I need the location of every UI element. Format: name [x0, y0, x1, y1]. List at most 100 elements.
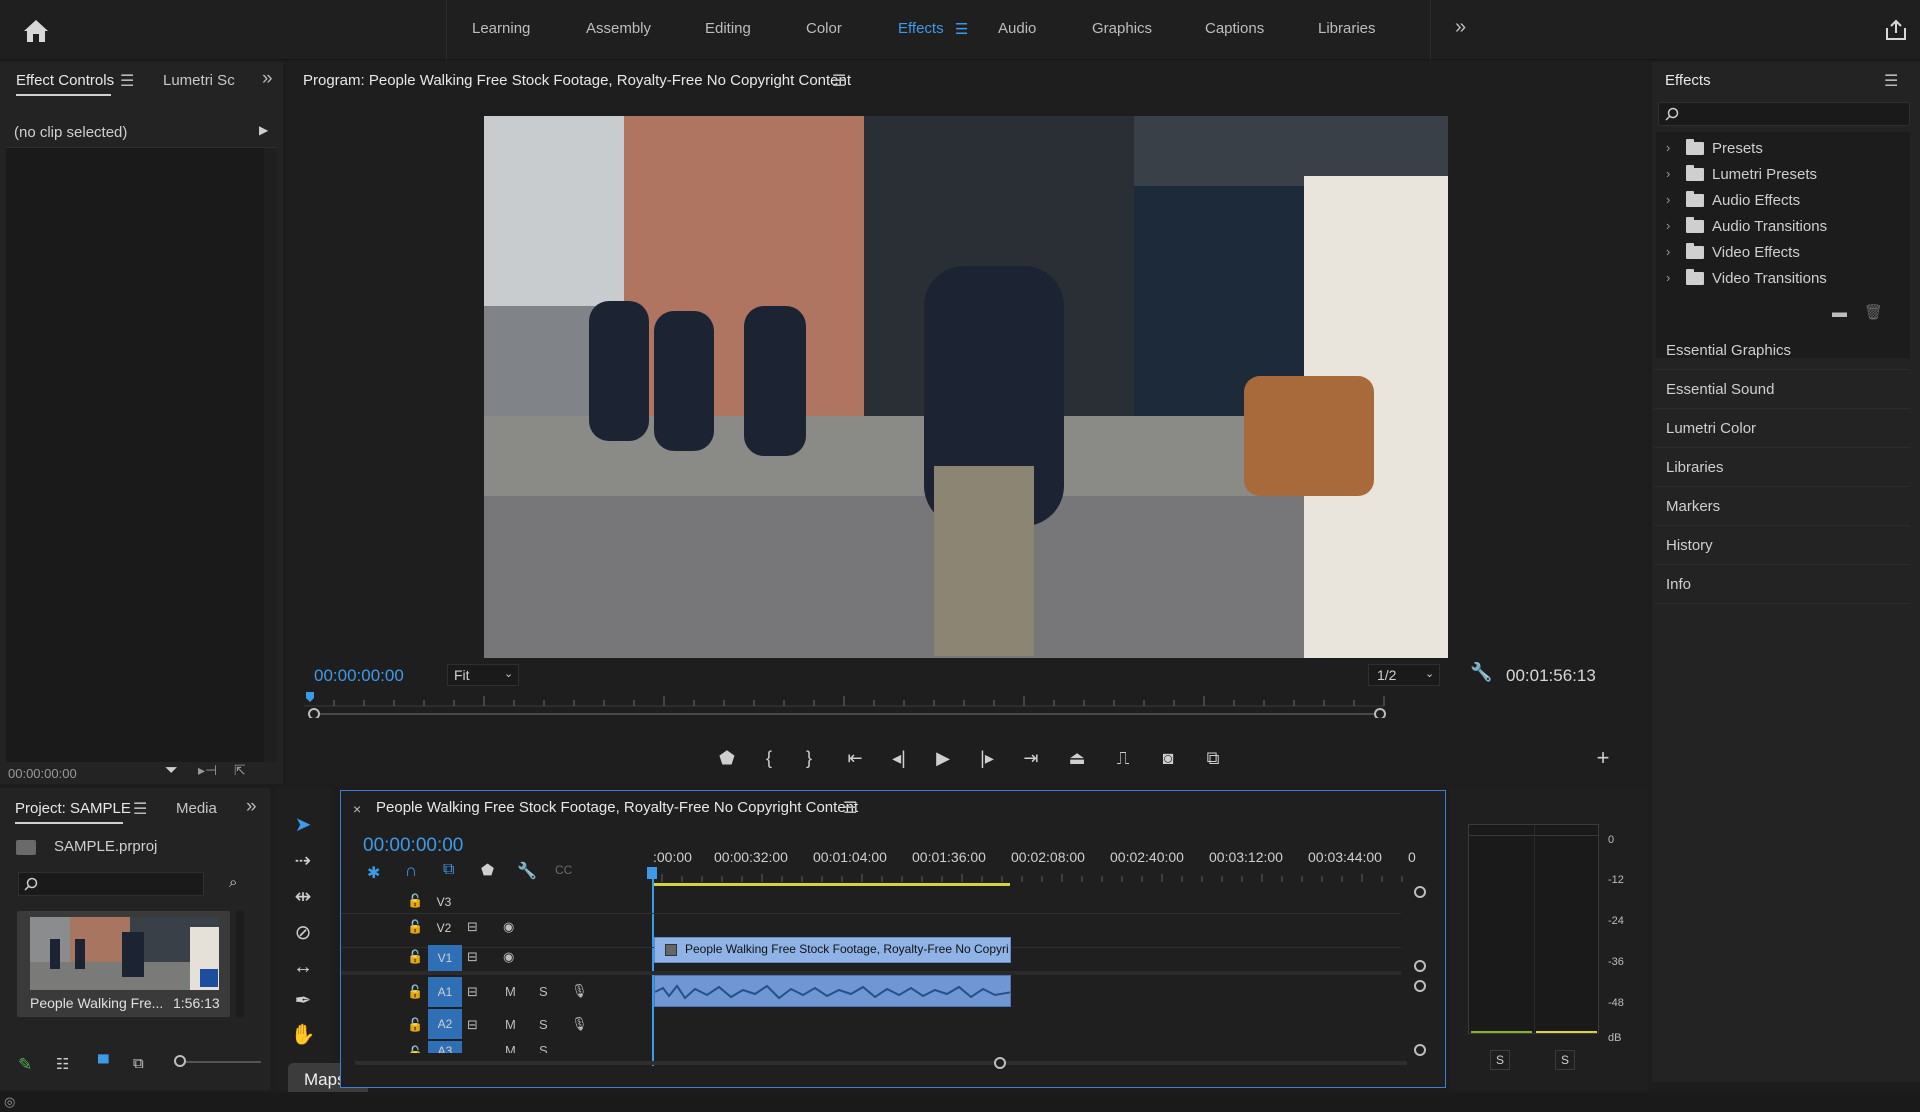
tab-audio[interactable]: Audio [998, 20, 1036, 37]
go-to-in-icon[interactable]: ⇤ [842, 745, 868, 771]
track-select-tool-icon[interactable]: ⇢ [288, 846, 318, 876]
mute-button[interactable]: M [505, 1017, 516, 1032]
panel-lumetri-color[interactable]: Lumetri Color [1654, 410, 1910, 448]
track-v2[interactable]: V2 [429, 921, 459, 935]
icon-view-icon[interactable]: ▀ [98, 1055, 109, 1072]
lock-icon[interactable]: 🔓 [407, 949, 423, 965]
project-search-input[interactable] [18, 872, 204, 896]
panel-history[interactable]: History [1654, 527, 1910, 565]
pencil-icon[interactable]: ✎ [18, 1055, 32, 1075]
playhead-handle[interactable] [647, 867, 657, 879]
track-v1[interactable]: V1 [428, 945, 462, 971]
mute-button[interactable]: M [505, 984, 516, 999]
pen-tool-icon[interactable]: ✒ [288, 986, 318, 1016]
eye-icon[interactable]: ◉ [503, 919, 514, 935]
step-forward-icon[interactable]: |▸ [974, 745, 1000, 771]
step-back-icon[interactable]: ◂| [886, 745, 912, 771]
add-marker-icon[interactable]: ⬟ [714, 745, 740, 771]
share-icon[interactable] [1884, 18, 1908, 42]
zoom-slider-handle[interactable] [174, 1055, 186, 1067]
sync-lock-icon[interactable]: ⊟ [467, 1017, 478, 1033]
track-a1[interactable]: A1 [428, 977, 462, 1007]
camera-icon[interactable]: ◙ [1155, 745, 1181, 771]
time-ruler[interactable] [304, 690, 1626, 720]
find-icon[interactable]: ⌕ [229, 874, 237, 891]
lock-icon[interactable]: 🔓 [407, 1045, 423, 1053]
sync-status-icon[interactable]: ◎ [4, 1094, 15, 1110]
add-button-icon[interactable]: + [1590, 745, 1616, 771]
track-a2[interactable]: A2 [428, 1009, 462, 1039]
fx-audio-transitions[interactable]: › Audio Transitions [1656, 214, 1900, 240]
export-frame-icon[interactable]: ⇱ [234, 762, 246, 779]
play-icon[interactable]: ▶ [930, 745, 956, 771]
panel-menu-icon[interactable]: ☰ [843, 798, 857, 818]
mark-out-icon[interactable]: } [796, 745, 822, 771]
nest-icon[interactable]: ✱ [367, 863, 380, 883]
vertical-zoom-handle[interactable] [1414, 960, 1426, 972]
tab-project[interactable]: Project: SAMPLE [15, 800, 131, 817]
razor-tool-icon[interactable]: ⊘ [288, 918, 318, 948]
track-a3[interactable]: A3 [428, 1041, 462, 1053]
freeform-view-icon[interactable]: ⧉ [133, 1055, 144, 1072]
fx-audio-effects[interactable]: › Audio Effects [1656, 188, 1900, 214]
snap-icon[interactable]: ∩ [405, 861, 417, 881]
tab-libraries[interactable]: Libraries [1318, 20, 1376, 37]
ripple-edit-tool-icon[interactable]: ⇹ [288, 882, 318, 912]
solo-button[interactable]: S [539, 1043, 548, 1053]
selection-tool-icon[interactable]: ➤ [288, 810, 318, 840]
expand-arrow-icon[interactable]: ▶ [259, 123, 268, 137]
playhead[interactable] [652, 871, 654, 1066]
more-workspaces-icon[interactable]: » [1455, 16, 1466, 39]
add-marker-icon[interactable]: ⬟ [481, 861, 494, 879]
timeline-current-time[interactable]: 00:00:00:00 [363, 835, 463, 857]
fx-lumetri-presets[interactable]: › Lumetri Presets [1656, 162, 1900, 188]
sync-lock-icon[interactable]: ⊟ [467, 919, 478, 935]
solo-button[interactable]: S [539, 1017, 548, 1032]
tab-graphics[interactable]: Graphics [1092, 20, 1152, 37]
video-frame[interactable] [484, 116, 1448, 658]
panel-menu-icon[interactable]: ☰ [1884, 71, 1898, 91]
linked-selection-icon[interactable]: ⧉ [443, 861, 454, 879]
panel-markers[interactable]: Markers [1654, 488, 1910, 526]
microphone-icon[interactable]: 🎙 [571, 983, 588, 999]
horizontal-zoom-handle[interactable] [994, 1057, 1006, 1069]
audio-clip[interactable] [654, 975, 1011, 1007]
mark-in-icon[interactable]: { [756, 745, 782, 771]
extract-icon[interactable]: ⎍ [1110, 745, 1136, 771]
vertical-zoom-handle[interactable] [1414, 886, 1426, 898]
panel-menu-icon[interactable]: ☰ [120, 71, 134, 91]
vertical-zoom-handle[interactable] [1414, 1044, 1426, 1056]
solo-left-button[interactable]: S [1490, 1050, 1510, 1070]
scrollbar[interactable] [264, 148, 277, 762]
program-current-time[interactable]: 00:00:00:00 [314, 666, 404, 686]
tab-captions[interactable]: Captions [1205, 20, 1264, 37]
compare-view-icon[interactable]: ⧉ [1200, 745, 1226, 771]
tab-color[interactable]: Color [806, 20, 842, 37]
hand-tool-icon[interactable]: ✋ [288, 1020, 318, 1050]
more-panels-icon[interactable]: » [262, 68, 273, 90]
fx-video-transitions[interactable]: › Video Transitions [1656, 266, 1900, 292]
panel-menu-icon[interactable]: ☰ [133, 799, 147, 819]
eye-icon[interactable]: ◉ [503, 949, 514, 965]
filter-icon[interactable]: ⏷ [165, 762, 178, 780]
horizontal-scrollbar[interactable] [355, 1061, 1407, 1065]
lift-icon[interactable]: ⏏ [1064, 745, 1090, 771]
lock-icon[interactable]: 🔓 [407, 919, 423, 935]
tab-assembly[interactable]: Assembly [586, 20, 651, 37]
project-clip-item[interactable]: People Walking Fre... 1:56:13 [17, 911, 230, 1017]
timeline-ruler[interactable] [652, 869, 1412, 882]
effects-search-input[interactable] [1658, 102, 1910, 126]
go-to-out-icon[interactable]: ⇥ [1018, 745, 1044, 771]
solo-button[interactable]: S [539, 984, 548, 999]
microphone-icon[interactable]: 🎙 [571, 1016, 588, 1032]
lock-icon[interactable]: 🔓 [407, 893, 423, 909]
lock-icon[interactable]: 🔓 [407, 1017, 423, 1033]
panel-essential-sound[interactable]: Essential Sound [1654, 371, 1910, 409]
play-only-audio-icon[interactable]: ▸⊣ [198, 762, 217, 779]
captions-icon[interactable]: CC [555, 863, 572, 877]
slip-tool-icon[interactable]: ↔ [288, 952, 318, 982]
video-clip[interactable]: People Walking Free Stock Footage, Royal… [654, 937, 1011, 963]
fx-video-effects[interactable]: › Video Effects [1656, 240, 1900, 266]
zoom-slider[interactable] [174, 1055, 261, 1067]
effects-menu-icon[interactable]: ☰ [955, 20, 968, 38]
